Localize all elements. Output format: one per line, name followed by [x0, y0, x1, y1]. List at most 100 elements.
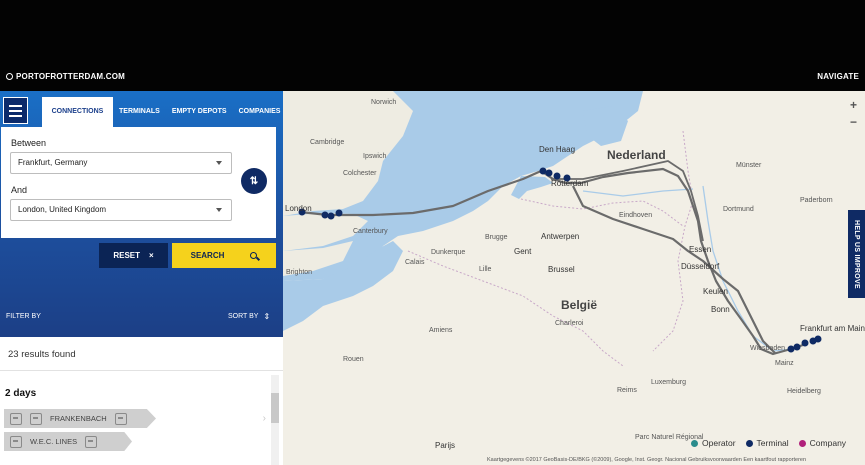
ship-icon: [10, 435, 22, 448]
reset-button[interactable]: RESET ×: [99, 243, 168, 268]
route-operator: FRANKENBACH: [50, 414, 107, 423]
map-label: Rouen: [343, 356, 364, 363]
sort-by-button[interactable]: SORT BY ⇕: [228, 312, 271, 321]
search-button[interactable]: SEARCH: [172, 243, 276, 268]
connections-panel: CONNECTIONS TERMINALS EMPTY DEPOTS COMPA…: [0, 91, 283, 465]
map-label: Charleroi: [555, 320, 584, 327]
result-group-title: 2 days: [5, 388, 37, 399]
destination-value: London, United Kingdom: [18, 205, 107, 214]
map-label: Norwich: [371, 99, 397, 106]
map-label: Paderborn: [800, 197, 833, 204]
legend-label: Company: [809, 438, 847, 448]
route-form: Between Frankfurt, Germany And London, U…: [1, 127, 276, 238]
map-label: Mainz: [775, 360, 794, 367]
map-label: Münster: [736, 162, 762, 169]
terminal-marker: [335, 209, 343, 217]
map-label: Reims: [617, 387, 637, 394]
terminal-marker: [327, 212, 335, 220]
map-label: Frankfurt am Main: [800, 324, 865, 333]
zoom-in-button[interactable]: +: [850, 98, 857, 112]
tab-empty-depots[interactable]: EMPTY DEPOTS: [166, 97, 233, 127]
map-label: Wiesbaden: [750, 345, 786, 352]
map-label: Dunkerque: [431, 249, 466, 256]
legend-terminal[interactable]: Terminal: [745, 438, 789, 448]
divider: [0, 370, 283, 371]
map-label: Cambridge: [310, 139, 345, 146]
legend-company[interactable]: Company: [798, 438, 847, 448]
legend-label: Terminal: [756, 438, 789, 448]
origin-value: Frankfurt, Germany: [18, 158, 88, 167]
search-icon: [250, 252, 258, 259]
sort-by-label: SORT BY: [228, 313, 259, 320]
help-us-improve-tab[interactable]: HELP US IMPROVE: [848, 210, 865, 298]
map-label: Antwerpen: [541, 232, 580, 241]
map-label: Gent: [514, 247, 532, 256]
terminal-marker: [793, 343, 801, 351]
map-label: Parijs: [435, 441, 456, 450]
map-label: Brugge: [485, 234, 508, 241]
map-label: Ipswich: [363, 153, 387, 160]
legend-label: Operator: [702, 438, 736, 448]
tab-terminals[interactable]: TERMINALS: [113, 97, 166, 127]
train-icon: [30, 412, 42, 425]
route-result-item[interactable]: FRANKENBACH ›: [0, 409, 270, 430]
map-label: Lille: [479, 266, 492, 273]
top-bar: PORTOFROTTERDAM.COM NAVIGATE: [0, 0, 865, 91]
map-label: Amiens: [429, 327, 453, 334]
map-legend: Operator Terminal Company: [691, 438, 846, 448]
map-label: Canterbury: [353, 228, 388, 235]
zoom-out-button[interactable]: −: [850, 115, 857, 129]
train-icon: [114, 412, 127, 425]
train-icon: [85, 435, 98, 448]
map-label: Brussel: [548, 265, 575, 274]
map-label: Den Haag: [539, 145, 576, 154]
terminal-marker: [814, 335, 822, 343]
route-result-item[interactable]: W.E.C. LINES: [0, 432, 270, 453]
map-label: Calais: [405, 259, 425, 266]
train-icon: [10, 412, 22, 425]
tab-connections[interactable]: CONNECTIONS: [42, 97, 113, 127]
terminal-marker: [787, 345, 795, 353]
results-scrollbar[interactable]: [271, 375, 279, 465]
border-line: [520, 198, 684, 227]
map-label: Essen: [689, 245, 712, 254]
swap-locations-button[interactable]: ⇅: [241, 168, 267, 194]
menu-line: [9, 109, 22, 112]
swap-icon: ⇅: [249, 175, 259, 187]
reset-label: RESET: [113, 251, 140, 260]
map-label: Eindhoven: [619, 212, 653, 219]
origin-select[interactable]: Frankfurt, Germany: [10, 152, 232, 174]
between-label: Between: [11, 138, 47, 148]
map-view[interactable]: Norwich Cambridge Ipswich Colchester Lon…: [283, 91, 865, 465]
map-label: Colchester: [343, 170, 377, 177]
terminal-marker: [321, 211, 329, 219]
brand-text: PORTOFROTTERDAM.COM: [16, 72, 125, 81]
map-label: Düsseldorf: [681, 262, 720, 271]
tab-bar: CONNECTIONS TERMINALS EMPTY DEPOTS COMPA…: [42, 97, 283, 127]
route-operator: W.E.C. LINES: [30, 437, 78, 446]
route-segment: FRANKENBACH: [4, 409, 156, 428]
map-label: Brighton: [286, 269, 313, 276]
map-label: Nederland: [607, 148, 666, 162]
navigate-menu[interactable]: NAVIGATE: [817, 72, 859, 81]
hamburger-menu-button[interactable]: [3, 97, 28, 124]
map-label: Keulen: [703, 287, 728, 296]
close-icon: ×: [149, 251, 154, 260]
brand-logo[interactable]: PORTOFROTTERDAM.COM: [6, 72, 125, 81]
sort-icon: ⇕: [263, 312, 271, 321]
and-label: And: [11, 185, 28, 195]
terminal-marker: [545, 169, 553, 177]
filter-by-button[interactable]: FILTER BY: [6, 313, 41, 320]
terminal-marker: [801, 339, 809, 347]
map-label: Dortmund: [723, 206, 754, 213]
legend-operator[interactable]: Operator: [691, 438, 736, 448]
destination-select[interactable]: London, United Kingdom: [10, 199, 232, 221]
scrollbar-thumb[interactable]: [271, 393, 279, 423]
tab-companies[interactable]: COMPANIES: [233, 97, 283, 127]
map-label: België: [561, 298, 598, 312]
results-count: 23 results found: [8, 349, 76, 360]
river: [582, 188, 694, 197]
map-label: Heidelberg: [787, 388, 821, 395]
chevron-down-icon: [216, 161, 222, 165]
menu-line: [9, 104, 22, 107]
